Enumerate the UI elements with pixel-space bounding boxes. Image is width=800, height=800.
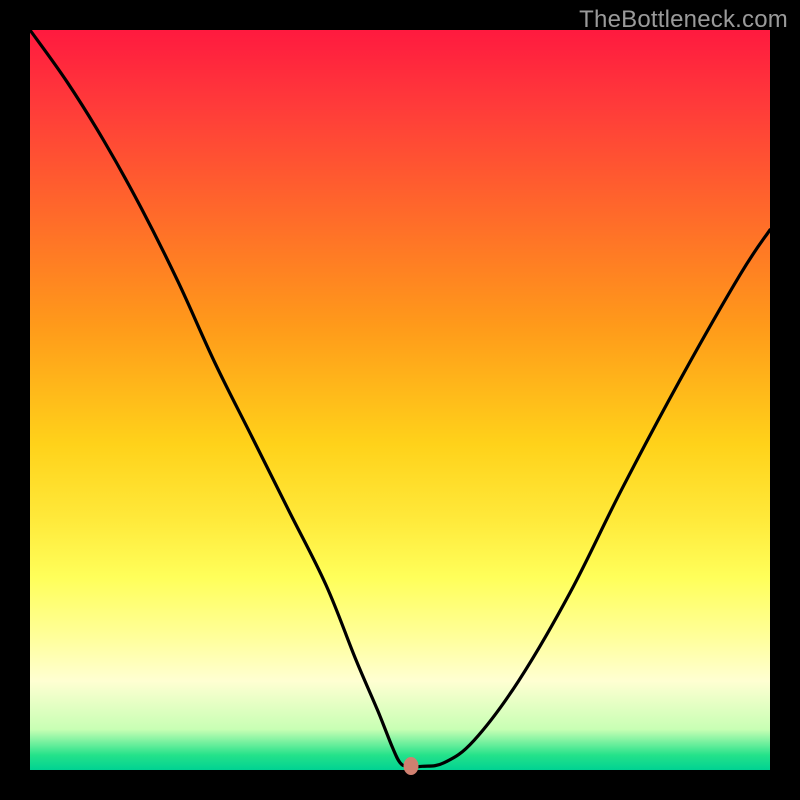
plot-area (30, 30, 770, 770)
bottleneck-curve (30, 30, 770, 770)
chart-container: TheBottleneck.com (0, 0, 800, 800)
curve-minimum-marker (404, 757, 419, 775)
